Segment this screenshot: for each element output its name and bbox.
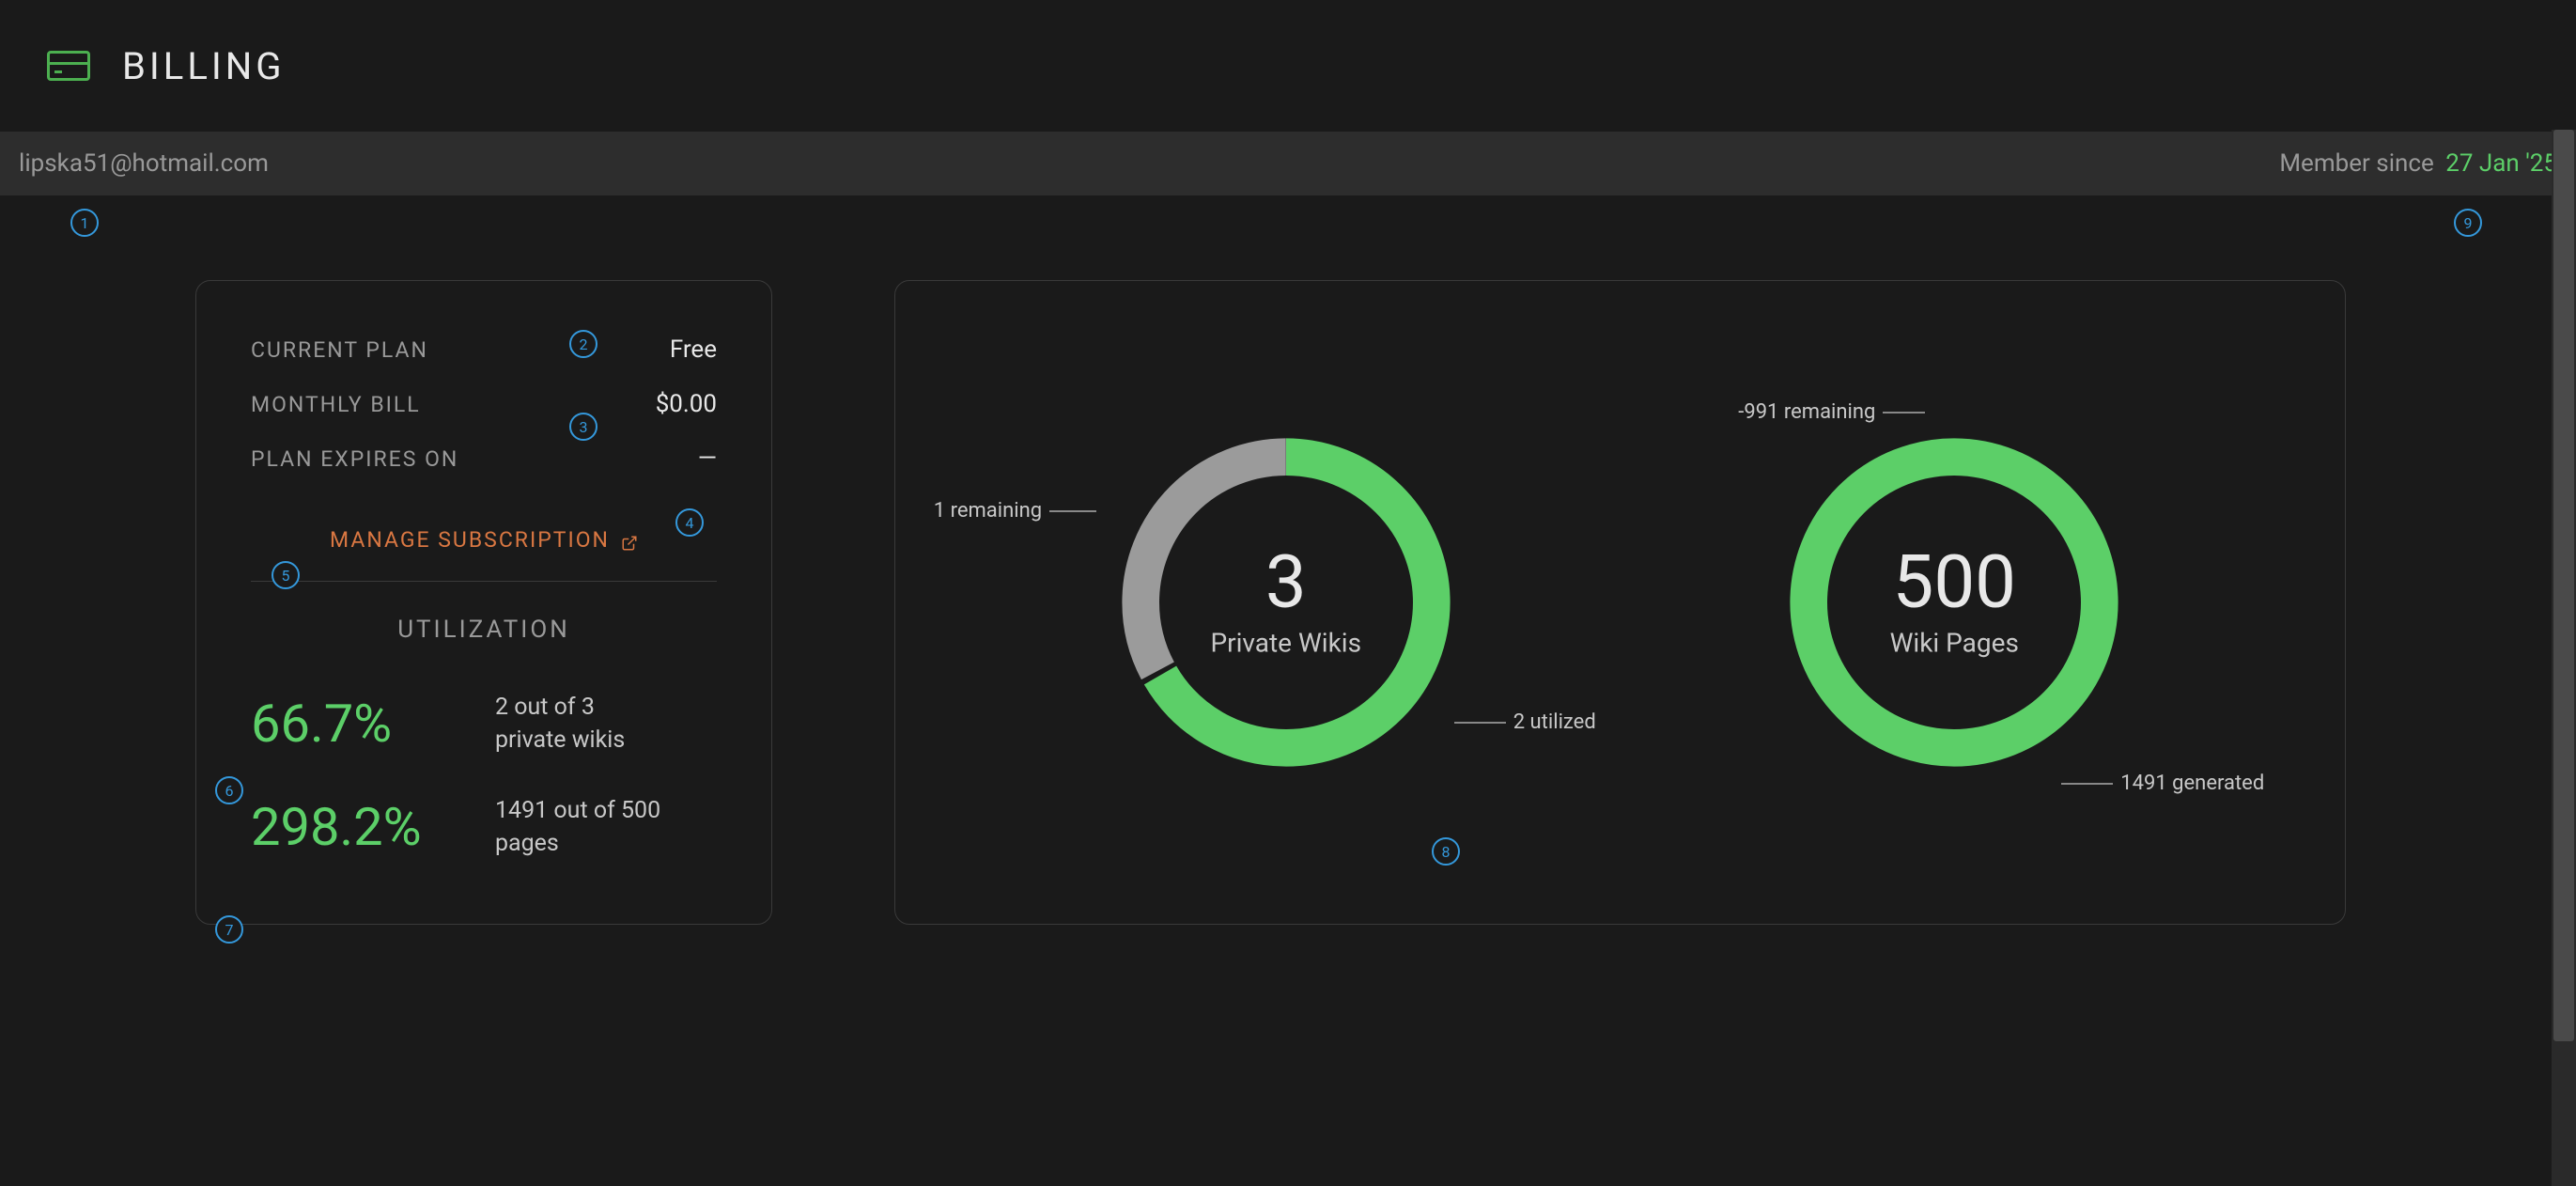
divider [251, 581, 717, 582]
page-title: BILLING [122, 44, 286, 88]
marker-7[interactable]: 7 [215, 915, 243, 944]
utilization-title: UTILIZATION [251, 616, 717, 644]
external-link-icon [621, 532, 638, 549]
marker-4[interactable]: 4 [675, 508, 704, 537]
wiki-pages-donut: 500 Wiki Pages -991 remaining 1491 gener… [1719, 386, 2189, 819]
member-since: Member since 27 Jan '25 [2279, 149, 2557, 178]
wikis-donut-number: 3 [1210, 547, 1361, 620]
page-header: BILLING [0, 0, 2576, 132]
manage-subscription-link[interactable]: MANAGE SUBSCRIPTION [330, 527, 638, 553]
marker-5[interactable]: 5 [272, 561, 300, 589]
marker-2[interactable]: 2 [569, 330, 597, 358]
credit-card-icon [47, 51, 90, 81]
plan-card: 2 3 4 5 6 7 CURRENT PLAN Free MONTHLY BI… [195, 280, 772, 925]
account-bar: lipska51@hotmail.com Member since 27 Jan… [0, 132, 2576, 195]
scrollbar[interactable] [2552, 130, 2576, 1186]
wikis-utilized-label: 2 utilized [1454, 710, 1596, 734]
plan-expires-value: — [698, 445, 717, 473]
pages-util-row: 298.2% 1491 out of 500 pages [251, 794, 717, 860]
current-plan-row: CURRENT PLAN Free [251, 336, 717, 364]
wikis-donut-center: 3 Private Wikis [1210, 547, 1361, 659]
plan-expires-row: PLAN EXPIRES ON — [251, 445, 717, 473]
plan-expires-label: PLAN EXPIRES ON [251, 446, 458, 472]
current-plan-value: Free [670, 336, 717, 364]
content-area: 2 3 4 5 6 7 CURRENT PLAN Free MONTHLY BI… [0, 195, 2576, 925]
pages-util-desc: 1491 out of 500 pages [495, 794, 660, 860]
monthly-bill-value: $0.00 [656, 390, 717, 418]
monthly-bill-row: MONTHLY BILL $0.00 [251, 390, 717, 418]
pages-remaining-label: -991 remaining [1738, 400, 1925, 424]
pages-donut-center: 500 Wiki Pages [1890, 547, 2019, 659]
pages-generated-label: 1491 generated [2061, 772, 2264, 795]
account-email: lipska51@hotmail.com [19, 149, 269, 178]
wikis-util-desc: 2 out of 3 private wikis [495, 691, 625, 757]
pages-donut-label: Wiki Pages [1890, 628, 2019, 659]
current-plan-label: CURRENT PLAN [251, 337, 428, 363]
manage-subscription-label: MANAGE SUBSCRIPTION [330, 527, 610, 553]
wikis-donut-label: Private Wikis [1210, 628, 1361, 659]
marker-3[interactable]: 3 [569, 413, 597, 441]
monthly-bill-label: MONTHLY BILL [251, 392, 421, 417]
charts-card: 8 3 Private Wikis 1 remaining 2 utilized [894, 280, 2346, 925]
member-since-date: 27 Jan '25 [2445, 149, 2557, 178]
pages-donut-number: 500 [1890, 547, 2019, 620]
marker-8[interactable]: 8 [1432, 837, 1460, 866]
scrollbar-thumb[interactable] [2553, 130, 2574, 1041]
wikis-remaining-label: 1 remaining [934, 499, 1096, 523]
private-wikis-donut: 3 Private Wikis 1 remaining 2 utilized [1051, 386, 1521, 819]
wikis-util-pct: 66.7% [251, 693, 467, 755]
wikis-util-row: 66.7% 2 out of 3 private wikis [251, 691, 717, 757]
pages-util-pct: 298.2% [251, 796, 467, 858]
member-since-label: Member since [2279, 149, 2433, 178]
marker-6[interactable]: 6 [215, 776, 243, 804]
